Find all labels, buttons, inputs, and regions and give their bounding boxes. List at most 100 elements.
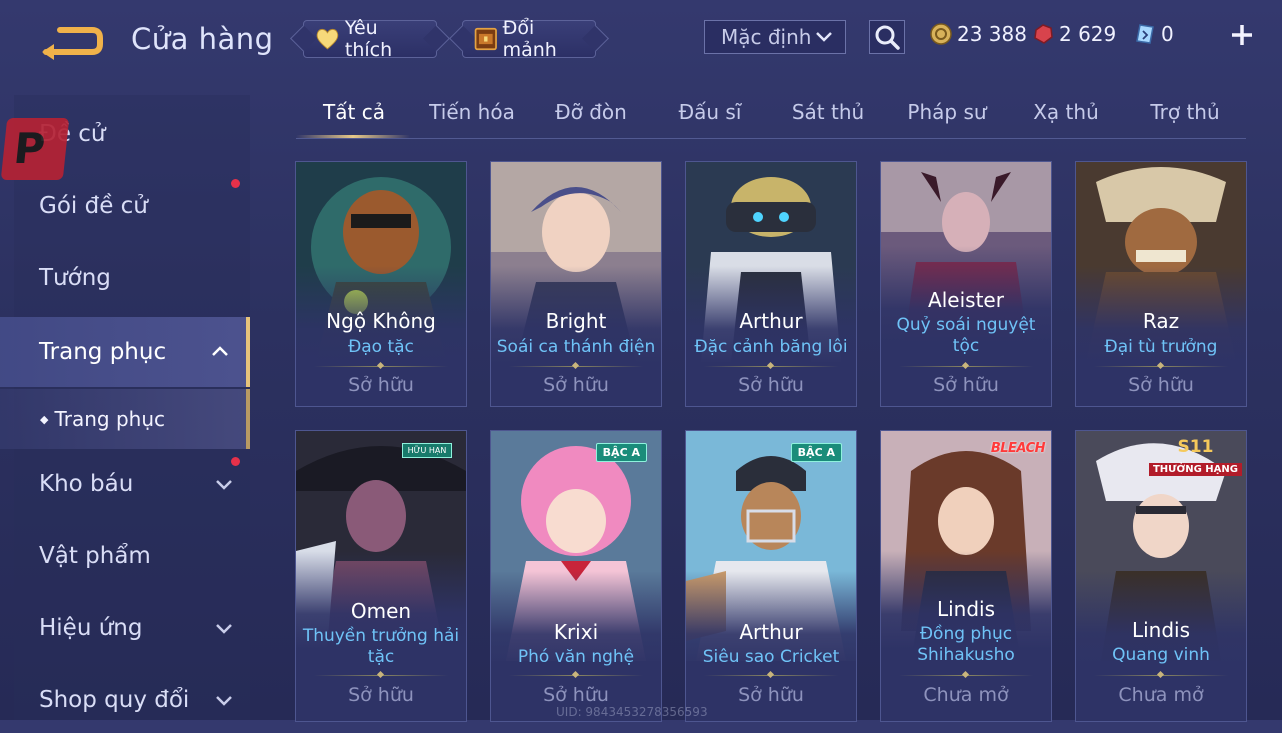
back-button[interactable] [38, 22, 104, 62]
favorite-button[interactable]: Yêu thích [303, 17, 437, 61]
voucher-amount: 0 [1161, 22, 1174, 46]
card-divider [899, 675, 1033, 676]
notification-dot [231, 457, 240, 466]
skin-card[interactable]: Arthur Đặc cảnh băng lôi Sở hữu [685, 161, 857, 407]
skin-card[interactable]: BLEACH Lindis Đồng phục Shihakusho Chưa … [880, 430, 1052, 722]
chevron-down-icon [216, 624, 232, 634]
hero-name: Bright [545, 309, 607, 333]
skin-card[interactable]: Raz Đại tù trưởng Sở hữu [1075, 161, 1247, 407]
card-divider [509, 366, 643, 367]
card-divider [509, 675, 643, 676]
tab-fighter[interactable]: Đấu sĩ [652, 100, 768, 124]
sidebar-subitem-skins[interactable]: ◆ Trang phục [0, 389, 250, 449]
hero-name: Omen [350, 599, 412, 623]
chevron-down-icon [216, 696, 232, 706]
voucher-icon [1136, 24, 1154, 44]
gold-balance: 23 388 [930, 22, 1027, 46]
skin-card[interactable]: Aleister Quỷ soái nguyệt tộc Sở hữu [880, 161, 1052, 407]
sort-dropdown[interactable]: Mặc định [704, 20, 846, 54]
favorite-label: Yêu thích [344, 17, 393, 61]
hero-name: Raz [1142, 309, 1180, 333]
ownership-status: Sở hữu [738, 684, 804, 706]
skin-card[interactable]: BẬC A Krixi Phó văn nghệ Sở hữu [490, 430, 662, 722]
ownership-status: Chưa mở [923, 684, 1009, 706]
sidebar-item-recommended-packs[interactable]: Gói đề cử [0, 173, 250, 239]
sort-value: Mặc định [721, 25, 812, 49]
sidebar-item-skins[interactable]: Trang phục [0, 317, 250, 387]
skin-name: Quỷ soái nguyệt tộc [896, 315, 1036, 356]
sidebar: Đề cử Gói đề cử Tướng Trang phục ◆ Trang… [0, 95, 252, 720]
gold-amount: 23 388 [957, 22, 1027, 46]
bullet-icon: ◆ [40, 412, 49, 426]
card-divider [704, 366, 838, 367]
hero-name: Lindis [1131, 618, 1191, 642]
tier-badge: BẬC A [790, 443, 842, 462]
hero-name: Lindis [936, 597, 996, 621]
search-icon [875, 25, 900, 50]
search-button[interactable] [869, 20, 905, 54]
ownership-status: Sở hữu [348, 374, 414, 396]
sidebar-item-label: Tướng [39, 265, 111, 291]
page-title: Cửa hàng [131, 22, 274, 56]
skin-name: Đặc cảnh băng lôi [694, 337, 848, 357]
sidebar-item-label: Trang phục [39, 339, 167, 365]
tab-evolution[interactable]: Tiến hóa [414, 100, 530, 124]
rank-reward-label: THƯỞNG HẠNG [1148, 463, 1242, 476]
skin-card[interactable]: S11 THƯỞNG HẠNG Lindis Quang vinh Chưa m… [1075, 430, 1247, 722]
skin-name: Đại tù trưởng [1104, 337, 1218, 357]
tab-assassin[interactable]: Sát thủ [770, 100, 886, 124]
hero-name: Ngộ Không [326, 309, 436, 333]
hero-name: Aleister [928, 288, 1004, 312]
ownership-status: Sở hữu [1128, 374, 1194, 396]
tab-support[interactable]: Trợ thủ [1127, 100, 1243, 124]
collab-badge: BLEACH [990, 441, 1046, 456]
skin-name: Soái ca thánh điện [496, 337, 656, 357]
ruby-amount: 2 629 [1059, 22, 1117, 46]
ruby-balance: 2 629 [1032, 22, 1116, 46]
sidebar-item-items[interactable]: Vật phẩm [0, 523, 250, 589]
chevron-down-icon [816, 32, 832, 42]
sidebar-item-heroes[interactable]: Tướng [0, 245, 250, 311]
ownership-status: Chưa mở [1118, 684, 1204, 706]
season-label: S11 [1177, 437, 1214, 457]
gold-coin-icon [930, 23, 952, 45]
hero-name: Arthur [739, 620, 803, 644]
ownership-status: Sở hữu [933, 374, 999, 396]
sidebar-item-label: Gói đề cử [39, 193, 148, 219]
back-arrow-icon [42, 27, 103, 60]
chest-icon [474, 27, 497, 51]
skin-name: Phó văn nghệ [517, 647, 635, 667]
sidebar-item-treasure[interactable]: Kho báu [0, 451, 250, 517]
skin-card[interactable]: Bright Soái ca thánh điện Sở hữu [490, 161, 662, 407]
skin-card[interactable]: BẬC A Arthur Siêu sao Cricket Sở hữu [685, 430, 857, 722]
add-currency-button[interactable] [1229, 22, 1255, 48]
sidebar-item-label: Shop quy đổi [39, 687, 190, 713]
skin-card[interactable]: HỮU HẠN Omen Thuyền trưởng hải tặc Sở hữ… [295, 430, 467, 722]
card-divider [899, 366, 1033, 367]
notification-dot [231, 179, 240, 188]
exchange-label: Đổi mảnh [502, 17, 557, 61]
tab-all[interactable]: Tất cả [296, 100, 412, 124]
card-divider [1094, 675, 1228, 676]
exchange-fragments-button[interactable]: Đổi mảnh [462, 17, 596, 61]
plus-icon [1232, 25, 1252, 45]
sidebar-item-exchange-shop[interactable]: Shop quy đổi [0, 667, 250, 733]
tab-mage[interactable]: Pháp sư [889, 100, 1005, 124]
sidebar-item-label: Trang phục [54, 407, 165, 431]
skin-name: Siêu sao Cricket [702, 647, 840, 667]
sidebar-item-effects[interactable]: Hiệu ứng [0, 595, 250, 661]
skin-card[interactable]: Ngộ Không Đạo tặc Sở hữu [295, 161, 467, 407]
limited-badge: HỮU HẠN [402, 443, 452, 458]
tier-badge: BẬC A [595, 443, 647, 462]
hero-name: Arthur [739, 309, 803, 333]
ownership-status: Sở hữu [738, 374, 804, 396]
sidebar-item-label: Vật phẩm [39, 543, 151, 569]
card-divider [314, 366, 448, 367]
skin-name: Đồng phục Shihakusho [917, 624, 1015, 665]
uid-watermark: UID: 9843453278356593 [556, 705, 708, 719]
voucher-balance: 0 [1134, 22, 1174, 46]
card-shade [881, 551, 1051, 691]
tab-marksman[interactable]: Xạ thủ [1008, 100, 1124, 124]
tab-tank[interactable]: Đỡ đòn [533, 100, 649, 124]
ownership-status: Sở hữu [543, 374, 609, 396]
